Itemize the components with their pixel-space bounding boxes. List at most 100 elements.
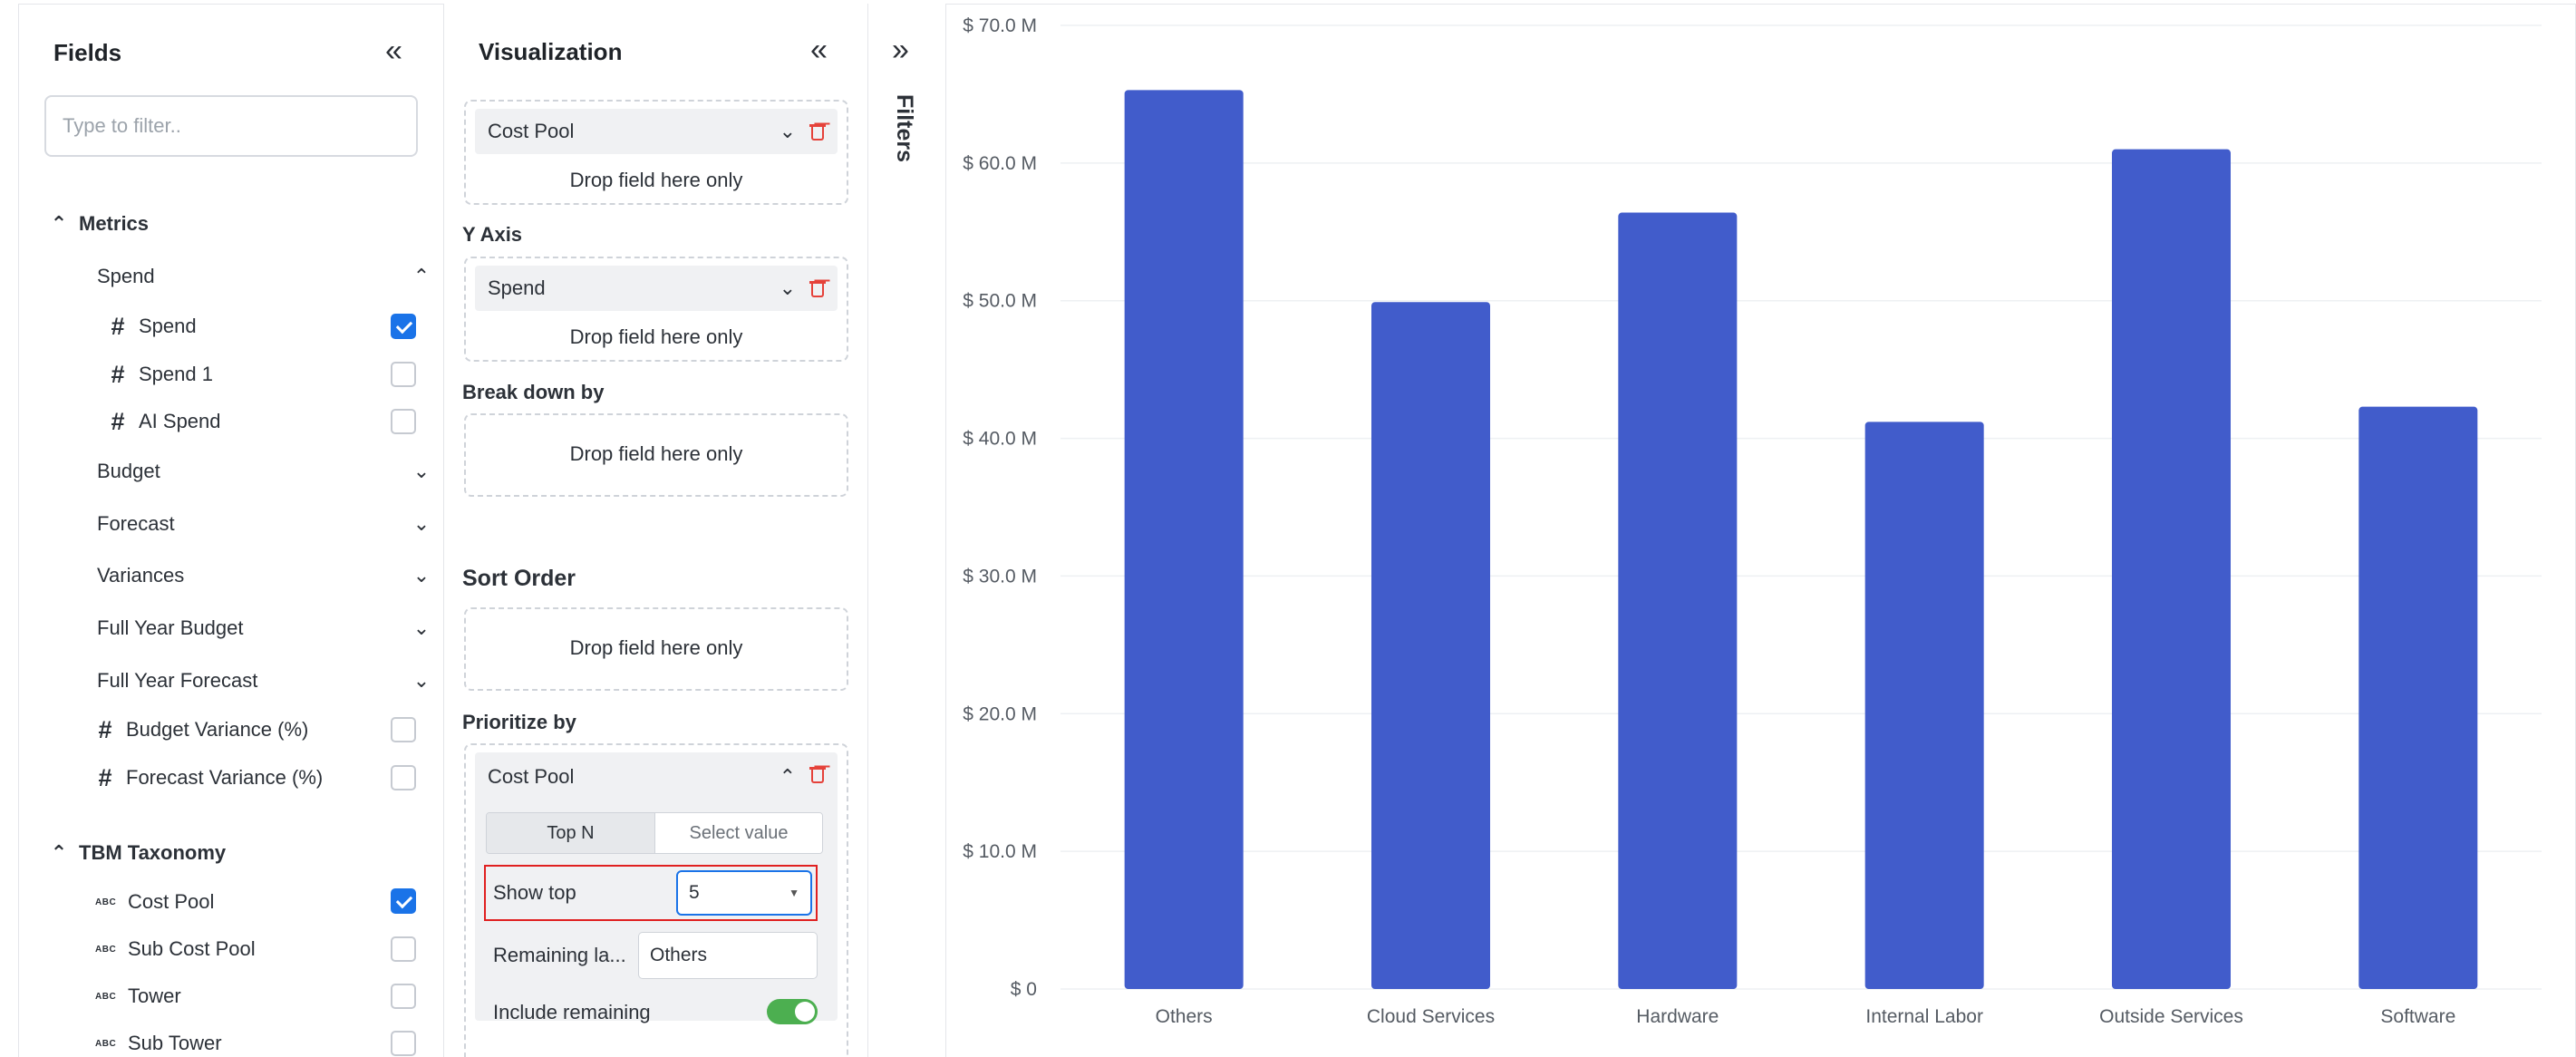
pill-label: Spend [488,276,546,299]
budget-group-header[interactable]: Budget ⌄ [97,453,432,490]
text-type-icon: ABC [95,897,117,907]
field-item-label: Spend 1 [139,363,213,385]
text-type-icon: ABC [95,944,117,955]
remaining-label-input[interactable]: Others [638,932,818,979]
x-tick-label: Internal Labor [1865,1006,1983,1027]
full-year-forecast-group-header[interactable]: Full Year Forecast ⌄ [97,663,432,699]
field-checkbox-spend[interactable] [391,314,416,339]
drop-hint: Drop field here only [569,442,743,465]
field-item-forecast-variance[interactable]: # Forecast Variance (%) [95,760,323,796]
y-tick-label: $ 40.0 M [963,429,1037,450]
chevron-down-icon: ⌄ [412,512,431,535]
trash-icon[interactable] [809,279,826,297]
tbm-taxonomy-label: TBM Taxonomy [79,841,227,864]
field-checkbox-budget-variance[interactable] [391,717,416,742]
field-item-cost-pool[interactable]: ABC Cost Pool [95,884,214,920]
field-checkbox-cost-pool[interactable] [391,888,416,914]
x-axis-field-pill[interactable]: Cost Pool ⌄ [475,109,838,154]
prioritize-mode-tabs: Top N Select value [486,812,823,854]
chevron-down-icon: ⌄ [412,669,431,692]
bar[interactable] [1864,422,1984,989]
filters-label: Filters [892,94,917,163]
y-axis-field-pill[interactable]: Spend ⌄ [475,266,838,311]
field-checkbox-spend-1[interactable] [391,362,416,387]
field-item-spend-1[interactable]: # Spend 1 [108,356,213,393]
group-label: Forecast [97,512,175,535]
field-item-label: Sub Cost Pool [128,937,256,960]
bar[interactable] [1618,212,1738,990]
full-year-budget-group-header[interactable]: Full Year Budget ⌄ [97,610,432,646]
metrics-label: Metrics [79,212,150,235]
breakdown-dropzone[interactable]: Drop field here only [464,413,848,497]
field-item-sub-tower[interactable]: ABC Sub Tower [95,1025,222,1057]
group-label: Variances [97,564,185,587]
chevron-down-icon: ⌄ [412,460,431,482]
chevron-down-icon: ⌄ [412,616,431,639]
prioritize-label: Prioritize by [462,711,576,733]
collapse-visualization-icon[interactable]: « [810,34,828,65]
text-type-icon: ABC [95,1038,117,1049]
show-top-select[interactable]: 5 ▼ [676,870,812,916]
field-item-spend[interactable]: # Spend [108,308,197,344]
y-axis-dropzone[interactable]: Spend ⌄ Drop field here only [464,257,848,362]
bar[interactable] [2358,406,2478,989]
x-tick-label: Others [1156,1006,1213,1027]
numeric-type-icon: # [111,407,125,435]
drop-hint: Drop field here only [569,169,743,191]
fields-title: Fields [53,39,122,66]
field-item-label: AI Spend [139,410,221,432]
y-tick-label: $ 20.0 M [963,703,1037,724]
text-type-icon: ABC [95,991,117,1002]
bar[interactable] [1124,90,1244,989]
trash-icon[interactable] [809,122,826,141]
filters-strip[interactable]: » Filters [868,4,946,1057]
expand-filters-icon[interactable]: » [892,34,909,65]
field-item-sub-cost-pool[interactable]: ABC Sub Cost Pool [95,931,256,967]
tab-top-n[interactable]: Top N [487,813,654,853]
field-checkbox-sub-tower[interactable] [391,1031,416,1056]
bar[interactable] [1371,302,1490,989]
group-label: Full Year Budget [97,616,244,639]
spend-group-header[interactable]: Spend ⌃ [97,258,432,295]
tbm-taxonomy-section-header[interactable]: ⌃ TBM Taxonomy [48,835,226,871]
sort-order-label: Sort Order [462,566,576,591]
pill-label: Cost Pool [488,120,575,142]
chevron-down-icon: ⌄ [412,564,431,587]
field-item-label: Cost Pool [128,890,215,913]
field-filter-input[interactable] [44,95,418,157]
trash-icon[interactable] [809,765,826,783]
field-checkbox-sub-cost-pool[interactable] [391,936,416,962]
collapse-fields-icon[interactable]: « [385,35,402,66]
numeric-type-icon: # [111,312,125,340]
drop-hint: Drop field here only [569,325,743,348]
variances-group-header[interactable]: Variances ⌄ [97,558,432,594]
x-axis-dropzone[interactable]: Cost Pool ⌄ Drop field here only [464,100,848,205]
fields-panel: Fields « ⌃ Metrics Spend ⌃ # Spend # Spe… [18,4,444,1057]
sort-order-dropzone[interactable]: Drop field here only [464,607,848,691]
field-item-budget-variance[interactable]: # Budget Variance (%) [95,712,308,748]
field-item-label: Sub Tower [128,1032,222,1054]
chevron-up-icon: ⌃ [50,841,68,864]
breakdown-label: Break down by [462,381,605,403]
field-item-label: Spend [139,315,197,337]
include-remaining-label: Include remaining [493,1001,651,1023]
drop-hint: Drop field here only [569,636,743,659]
field-item-tower[interactable]: ABC Tower [95,978,181,1014]
show-top-label: Show top [493,881,576,904]
field-checkbox-forecast-variance[interactable] [391,765,416,790]
visualization-panel: Visualization « Cost Pool ⌄ Drop field h… [444,4,868,1057]
y-axis-label: Y Axis [462,223,523,246]
field-checkbox-tower[interactable] [391,984,416,1009]
y-tick-label: $ 70.0 M [963,15,1037,36]
chevron-down-icon[interactable]: ⌄ [780,276,796,300]
field-item-ai-spend[interactable]: # AI Spend [108,403,221,440]
chevron-up-icon[interactable]: ⌃ [780,765,796,789]
field-checkbox-ai-spend[interactable] [391,409,416,434]
include-remaining-toggle[interactable] [767,999,818,1024]
chevron-up-icon: ⌃ [50,212,68,235]
bar[interactable] [2112,149,2231,989]
metrics-section-header[interactable]: ⌃ Metrics [48,206,149,242]
chevron-down-icon[interactable]: ⌄ [780,120,796,143]
forecast-group-header[interactable]: Forecast ⌄ [97,506,432,542]
tab-select-value[interactable]: Select value [654,813,822,853]
